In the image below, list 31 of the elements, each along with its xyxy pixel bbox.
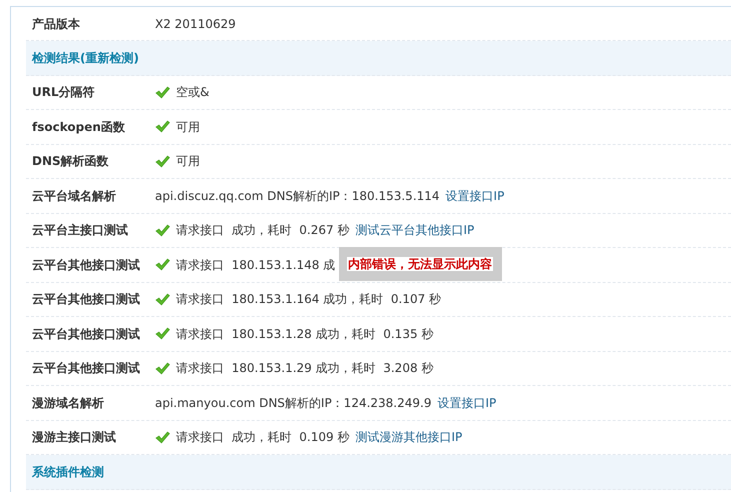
row-label: 漫游主接口测试 [31,429,117,446]
row-label: 云平台其他接口测试 [31,326,141,343]
row-value: 请求接口 180.153.1.148 成 [176,256,336,274]
link[interactable]: 设置接口IP [437,394,496,412]
section-title: 检测结果(重新检测) [32,50,139,67]
row-label: fsockopen函数 [31,118,126,136]
row-label: 产品版本 [31,16,81,32]
link[interactable]: 设置接口IP [446,186,504,205]
row-label: 漫游域名解析 [31,394,105,412]
row-label: 云平台其他接口测试 [31,291,141,308]
row-value: 请求接口 成功，耗时 0.267 秒 [176,222,350,240]
row-value: 可用 [176,153,200,170]
row-label: 云平台主接口测试 [31,222,129,240]
section-title: 系统插件检测 [32,464,104,481]
row-value: 请求接口 成功，耗时 0.109 秒 [176,429,350,446]
row-value: 可用 [176,118,200,136]
row-label: 云平台域名解析 [31,188,117,205]
row-value: 请求接口 180.153.1.28 成功，耗时 0.135 秒 [176,326,434,343]
row-label: URL分隔符 [31,84,96,102]
row-value: 空或& [176,84,210,102]
row-value: 请求接口 180.153.1.29 成功，耗时 3.208 秒 [176,360,434,378]
row-value: X2 20110629 [155,16,236,32]
link[interactable]: 测试漫游其他接口IP [355,428,462,446]
row-value: 请求接口 180.153.1.164 成功，耗时 0.107 秒 [176,291,442,308]
link[interactable]: 测试云平台其他接口IP [355,221,474,240]
row-label: 云平台其他接口测试 [31,256,141,274]
row-value: api.manyou.com DNS解析的IP：124.238.249.9 [155,394,432,412]
row-label: 云平台其他接口测试 [31,360,141,378]
row-label: DNS解析函数 [31,153,110,170]
row-value: api.discuz.qq.com DNS解析的IP：180.153.5.114 [155,188,440,205]
error-popup: 内部错误，无法显示此内容 [347,256,493,271]
